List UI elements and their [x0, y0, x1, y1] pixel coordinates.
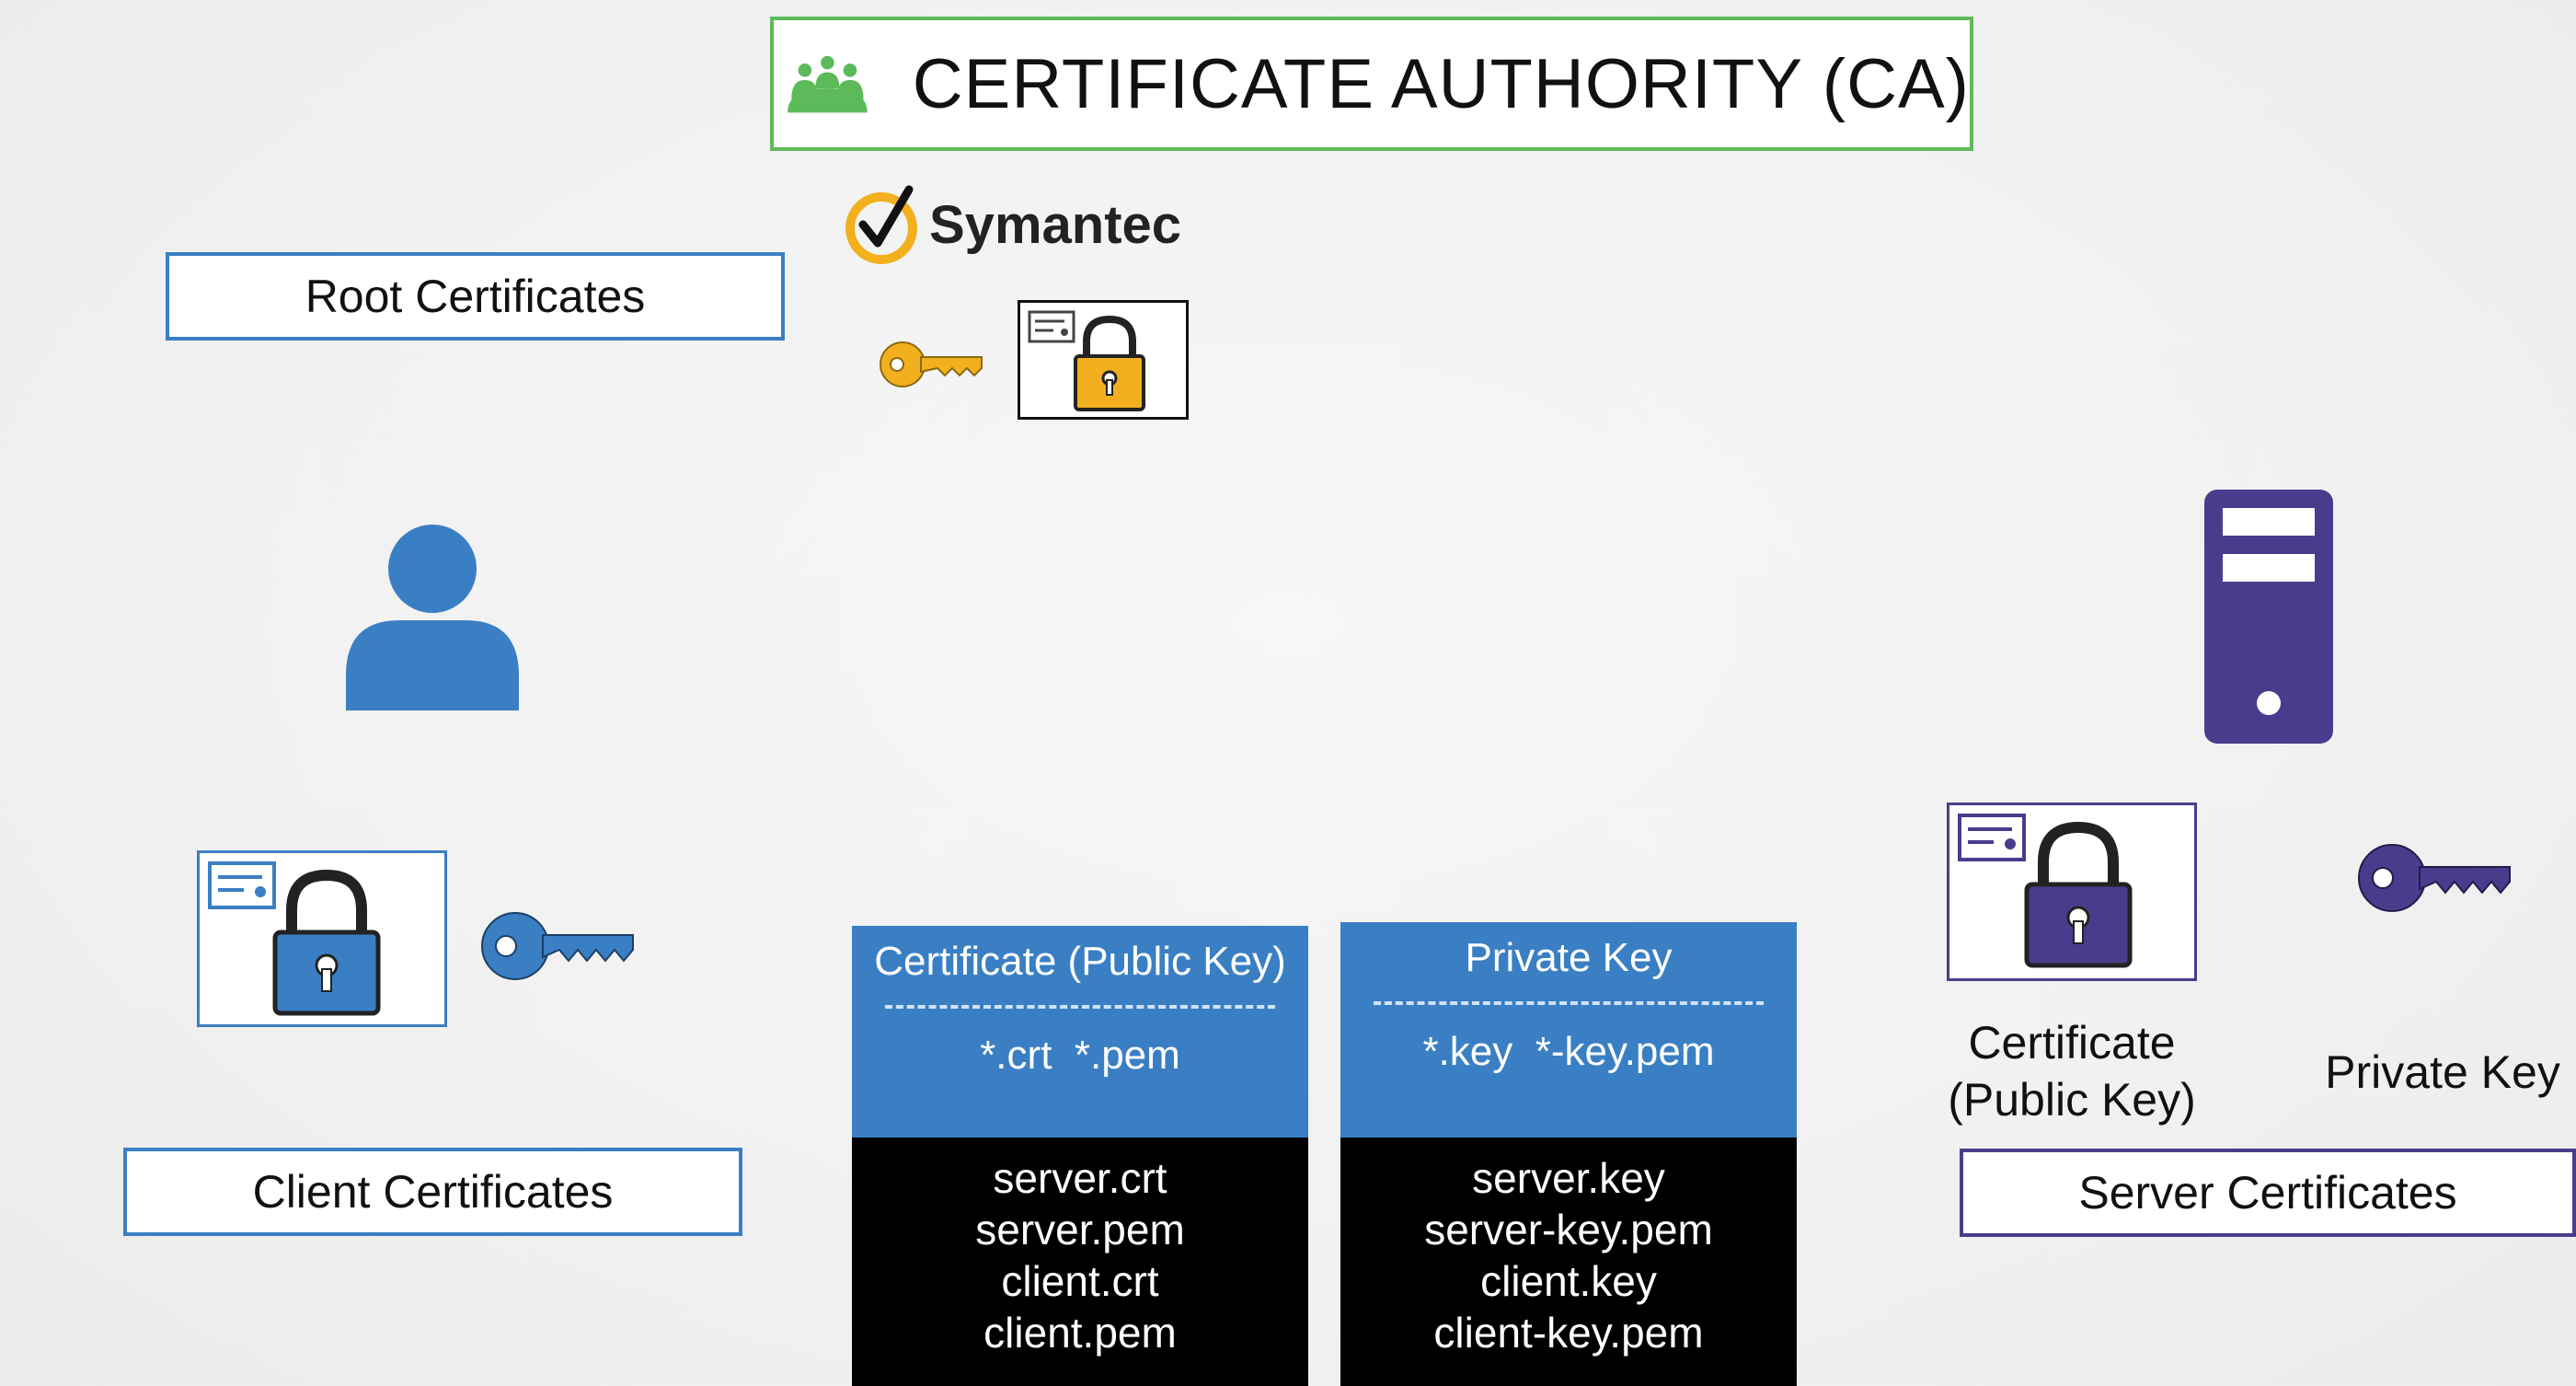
root-key-icon: [880, 341, 983, 387]
public-key-extensions: *.crt *.pem: [980, 1033, 1180, 1078]
list-item: client-key.pem: [1433, 1309, 1704, 1357]
server-key-icon: [2358, 844, 2511, 912]
symantec-brand: Symantec: [929, 194, 1182, 255]
purple-lock-icon: [2024, 821, 2133, 968]
client-certificate-card: [197, 850, 447, 1027]
root-certificates-label: Root Certificates: [166, 252, 785, 341]
public-key-column: Certificate (Public Key) *.crt *.pem ser…: [852, 926, 1308, 1386]
certificate-tag-icon: [1028, 310, 1075, 343]
server-icon: [2204, 490, 2333, 744]
group-people-icon: [788, 55, 868, 113]
server-private-key-caption: Private Key: [2325, 1046, 2560, 1098]
server-certificate-caption-line2: (Public Key): [1948, 1074, 2196, 1126]
list-item: client.key: [1480, 1257, 1657, 1305]
public-key-header: Certificate (Public Key) *.crt *.pem: [852, 926, 1308, 1138]
server-certificates-text: Server Certificates: [2078, 1167, 2457, 1219]
list-item: server.key: [1472, 1154, 1665, 1202]
client-certificates-text: Client Certificates: [252, 1166, 614, 1218]
ca-header-box: CERTIFICATE AUTHORITY (CA): [770, 17, 1973, 151]
private-key-title: Private Key: [1465, 935, 1673, 980]
client-key-icon: [481, 912, 634, 980]
private-key-column: Private Key *.key *-key.pem server.key s…: [1340, 922, 1797, 1386]
list-item: server.pem: [975, 1206, 1185, 1253]
certificate-tag-icon: [208, 861, 276, 909]
public-key-files: server.crt server.pem client.crt client.…: [852, 1138, 1308, 1386]
server-certificate-caption: Certificate (Public Key): [1943, 1014, 2201, 1128]
blue-lock-icon: [272, 869, 381, 1016]
server-certificate-card: [1947, 803, 2197, 981]
gold-lock-icon: [1074, 315, 1145, 411]
private-key-header: Private Key *.key *-key.pem: [1340, 922, 1797, 1138]
dashed-divider: [1374, 1001, 1764, 1005]
certificate-tag-icon: [1958, 814, 2026, 861]
dashed-divider: [885, 1005, 1275, 1009]
client-certificates-label: Client Certificates: [123, 1148, 742, 1236]
list-item: client.pem: [983, 1309, 1177, 1357]
list-item: server.crt: [993, 1154, 1167, 1202]
checkmark-seal-icon: [845, 185, 917, 264]
server-certificates-label: Server Certificates: [1960, 1149, 2576, 1237]
list-item: client.crt: [1001, 1257, 1159, 1305]
user-icon: [346, 525, 519, 710]
private-key-extensions: *.key *-key.pem: [1422, 1029, 1715, 1074]
public-key-title: Certificate (Public Key): [874, 939, 1286, 984]
server-certificate-caption-line1: Certificate: [1968, 1017, 2176, 1068]
list-item: server-key.pem: [1424, 1206, 1713, 1253]
root-certificates-text: Root Certificates: [305, 271, 646, 322]
ca-title: CERTIFICATE AUTHORITY (CA): [912, 44, 1970, 123]
private-key-files: server.key server-key.pem client.key cli…: [1340, 1138, 1797, 1386]
root-certificate-card: [1018, 300, 1189, 420]
symantec-logo: Symantec: [843, 182, 1181, 267]
